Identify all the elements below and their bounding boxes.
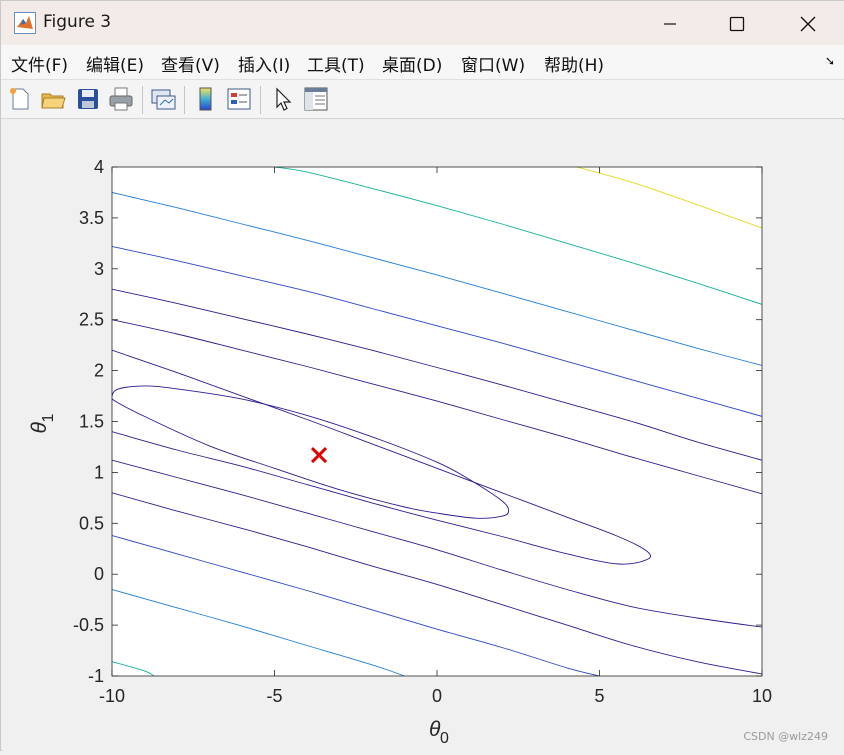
menu-view[interactable]: 查看(V)	[161, 51, 220, 76]
menu-window[interactable]: 窗口(W)	[461, 51, 525, 76]
save-icon[interactable]	[74, 85, 102, 113]
menu-tools[interactable]: 工具(T)	[307, 51, 365, 76]
toolbar-separator	[260, 86, 261, 114]
menu-desktop[interactable]: 桌面(D)	[382, 51, 442, 76]
y-tick-label: 0	[94, 564, 104, 584]
matlab-logo-icon	[14, 12, 36, 34]
link-plot-icon[interactable]	[149, 85, 177, 113]
x-tick-label: 5	[594, 686, 604, 706]
new-figure-icon[interactable]	[6, 85, 34, 113]
menu-file[interactable]: 文件(F)	[11, 51, 68, 76]
colorbar-icon[interactable]	[192, 85, 220, 113]
y-tick-label: 1	[94, 462, 104, 482]
property-inspector-icon[interactable]	[302, 85, 330, 113]
toolbar-separator	[184, 86, 185, 114]
menu-help[interactable]: 帮助(H)	[544, 51, 604, 76]
toolbar	[1, 79, 844, 119]
print-icon[interactable]	[107, 85, 135, 113]
minimize-button[interactable]	[647, 9, 693, 39]
x-tick-label: 10	[752, 686, 772, 706]
title-bar[interactable]: Figure 3	[1, 1, 844, 45]
y-tick-label: 3	[94, 259, 104, 279]
watermark: CSDN @wlz249	[743, 730, 828, 743]
y-tick-label: -1	[88, 666, 104, 686]
y-tick-label: -0.5	[73, 615, 104, 635]
window-title: Figure 3	[43, 12, 112, 32]
y-tick-label: 4	[94, 157, 104, 177]
contour-plot[interactable]: -10 -5 0 5 10-1-0.500.511.522.533.54θ 0θ1	[2, 120, 844, 751]
menu-insert[interactable]: 插入(I)	[238, 51, 290, 76]
x-tick-label: -5	[266, 686, 282, 706]
menu-bar: 文件(F) 编辑(E) 查看(V) 插入(I) 工具(T) 桌面(D) 窗口(W…	[1, 45, 844, 79]
legend-icon[interactable]	[225, 85, 253, 113]
figure-window: Figure 3 文件(F) 编辑(E) 查看(V) 插入(I) 工具(T) 桌…	[0, 0, 844, 751]
close-button[interactable]	[785, 9, 831, 39]
pointer-icon[interactable]	[269, 85, 297, 113]
x-tick-label: -10	[99, 686, 125, 706]
figure-canvas: -10 -5 0 5 10 -1 -0.5 0 0.5 1 1.5 2 2.5 3 3.5 4 θ 0 θ 1 CSD…	[2, 120, 844, 751]
maximize-icon	[729, 16, 745, 32]
y-tick-label: 3.5	[79, 208, 104, 228]
x-tick-label: 0	[432, 686, 442, 706]
y-tick-label: 1.5	[79, 412, 104, 432]
toolbar-separator	[142, 86, 143, 114]
y-tick-label: 0.5	[79, 513, 104, 533]
y-tick-label: 2	[94, 361, 104, 381]
x-axis-label-subscript: 0	[440, 730, 449, 747]
axes-background[interactable]	[112, 167, 762, 676]
maximize-button[interactable]	[714, 9, 760, 39]
menu-edit[interactable]: 编辑(E)	[86, 51, 144, 76]
y-axis-label-subscript: 1	[40, 414, 57, 423]
open-file-icon[interactable]	[39, 85, 67, 113]
dock-arrow-icon[interactable]: ➘	[825, 54, 835, 68]
close-icon	[800, 16, 816, 32]
y-axis-label: θ1	[28, 414, 57, 434]
minimize-icon	[664, 23, 676, 25]
y-tick-label: 2.5	[79, 310, 104, 330]
